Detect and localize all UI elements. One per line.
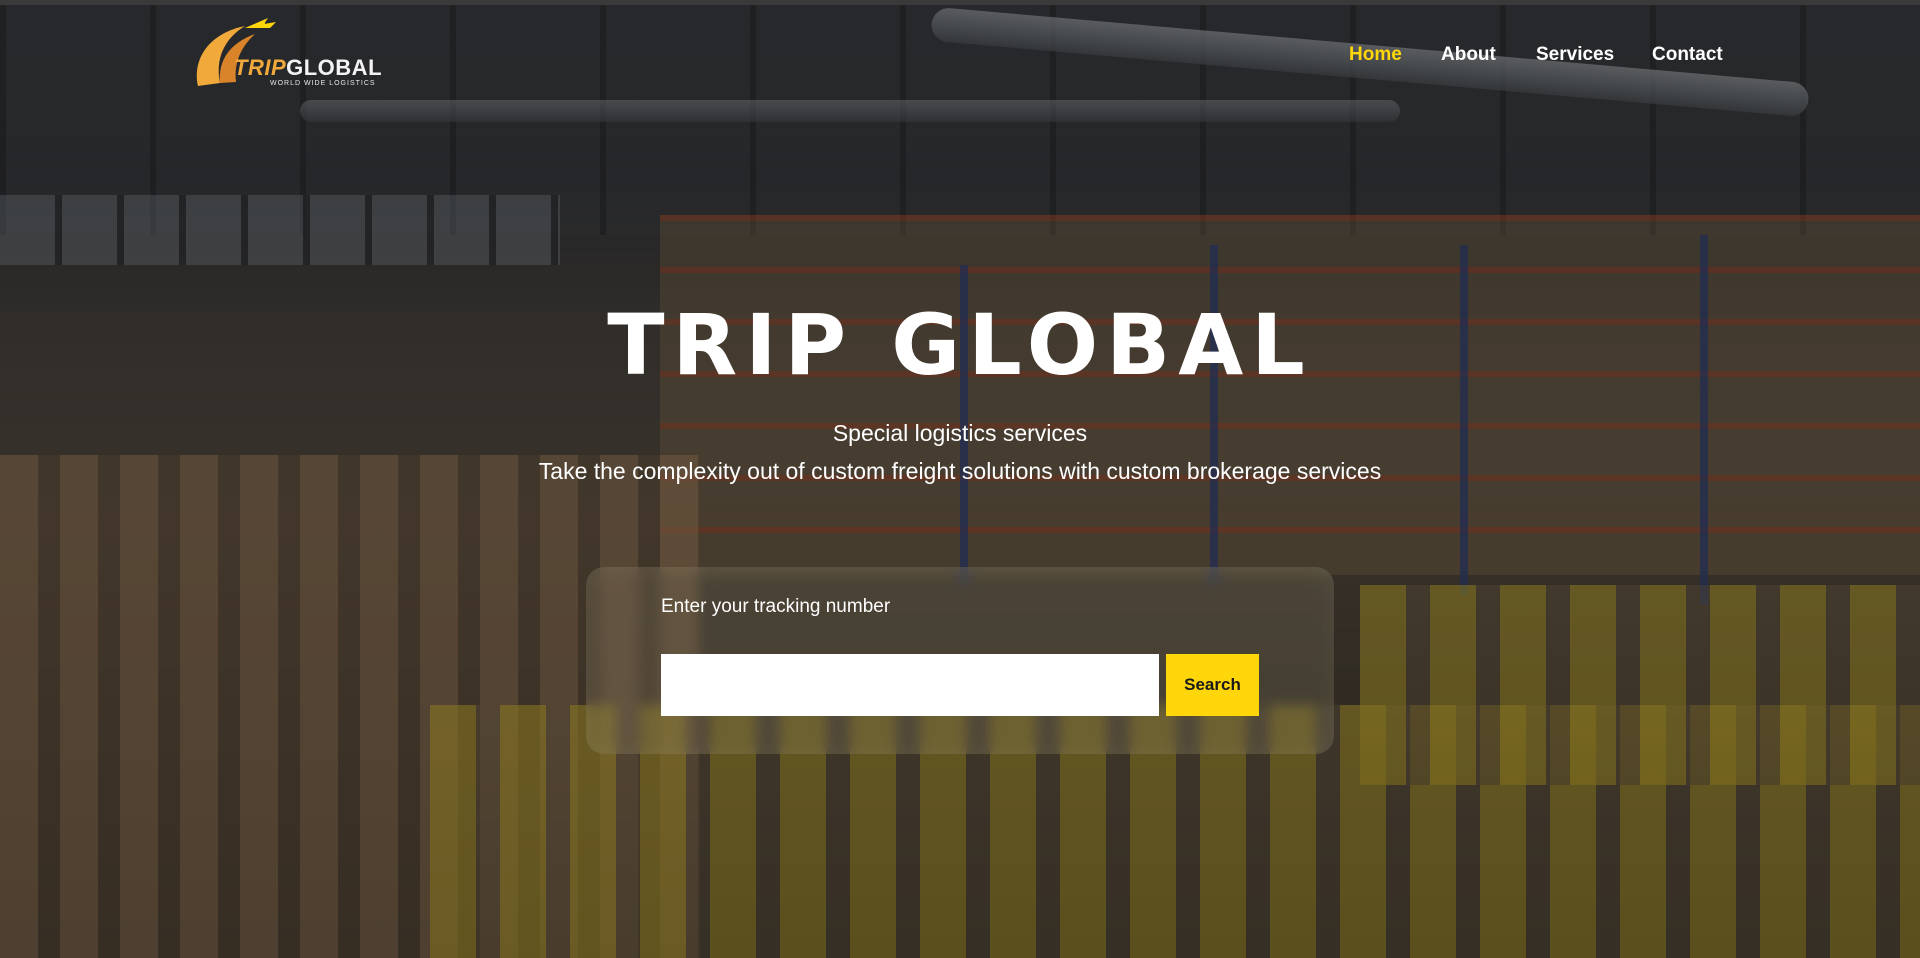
nav-services[interactable]: Services — [1536, 44, 1614, 66]
brand-logo[interactable]: TRIPGLOBAL WORLD WIDE LOGISTICS — [190, 8, 382, 88]
tracking-label: Enter your tracking number — [661, 596, 891, 617]
search-button[interactable]: Search — [1166, 654, 1259, 716]
logo-wordmark: TRIPGLOBAL — [234, 55, 382, 81]
hero-title: TRIP GLOBAL — [607, 296, 1313, 394]
nav-about[interactable]: About — [1441, 44, 1496, 66]
logo-global-text: GLOBAL — [286, 55, 383, 80]
logo-tagline: WORLD WIDE LOGISTICS — [270, 80, 376, 87]
tracking-number-input[interactable] — [661, 654, 1159, 716]
hero-subtitle: Special logistics services — [832, 420, 1088, 446]
nav-home[interactable]: Home — [1349, 44, 1402, 66]
nav-contact[interactable]: Contact — [1652, 44, 1723, 66]
hero-tagline: Take the complexity out of custom freigh… — [538, 458, 1382, 484]
tracking-card: Enter your tracking number Search — [586, 567, 1334, 754]
browser-top-edge — [0, 0, 1920, 5]
logo-trip-text: TRIP — [234, 55, 287, 80]
